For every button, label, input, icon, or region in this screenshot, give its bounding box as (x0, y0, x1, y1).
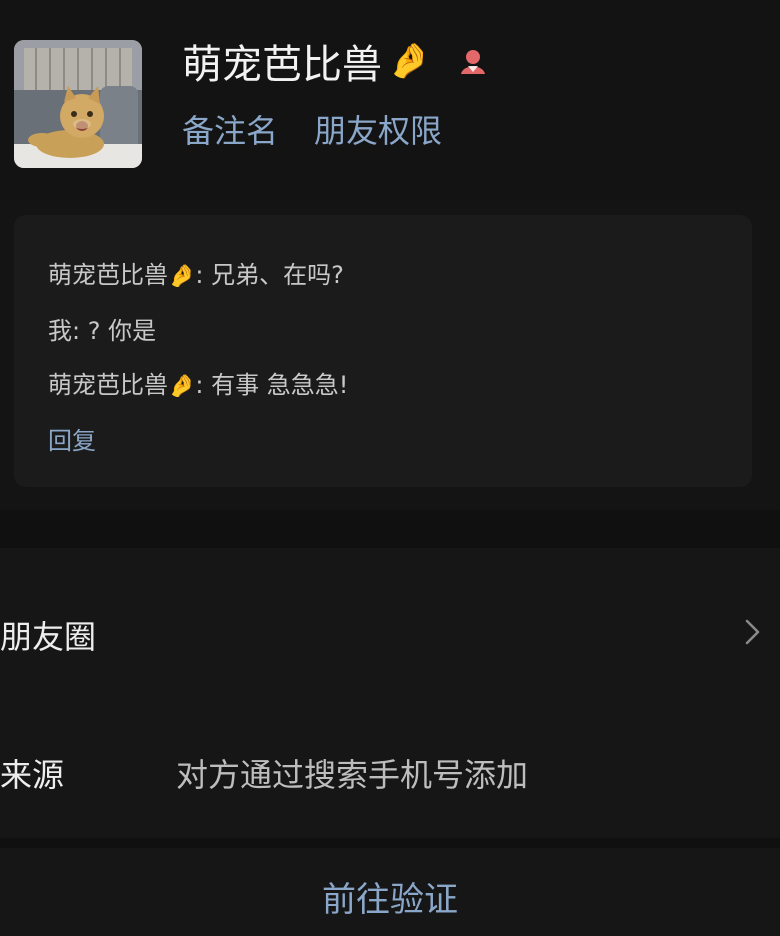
pinched-fingers-emoji: 🤌 (168, 264, 196, 289)
message-text: : ? 你是 (72, 317, 157, 345)
greeting-messages-card: 萌宠芭比兽🤌: 兄弟、在吗? 我: ? 你是 萌宠芭比兽🤌: 有事 急急急! 回… (14, 215, 752, 487)
profile-header: 萌宠芭比兽 🤌 备注名 朋友权限 (0, 0, 780, 200)
message-line: 萌宠芭比兽🤌: 有事 急急急! (48, 365, 348, 400)
source-label: 来源 (0, 756, 65, 794)
message-sender: 萌宠芭比兽 (48, 261, 168, 289)
remark-name-link[interactable]: 备注名 (182, 106, 278, 152)
cat-avatar-image (14, 40, 142, 168)
chevron-right-icon (745, 619, 760, 645)
pinched-fingers-emoji: 🤌 (388, 41, 431, 81)
message-line: 我: ? 你是 (48, 311, 156, 346)
moments-label: 朋友圈 (0, 618, 97, 656)
source-value: 对方通过搜索手机号添加 (176, 756, 529, 794)
pinched-fingers-emoji: 🤌 (168, 374, 196, 399)
verify-button[interactable]: 前往验证 (0, 872, 780, 921)
message-line: 萌宠芭比兽🤌: 兄弟、在吗? (48, 255, 344, 290)
profile-links: 备注名 朋友权限 (182, 106, 442, 152)
reply-link[interactable]: 回复 (48, 421, 96, 456)
avatar[interactable] (14, 40, 142, 168)
female-icon (458, 46, 488, 76)
message-sender: 萌宠芭比兽 (48, 371, 168, 399)
moments-row[interactable] (0, 548, 780, 718)
message-sender: 我 (48, 317, 72, 345)
profile-name: 萌宠芭比兽 🤌 (182, 32, 488, 90)
section-divider (0, 510, 780, 548)
friend-permission-link[interactable]: 朋友权限 (314, 106, 442, 152)
profile-name-text: 萌宠芭比兽 (182, 42, 382, 88)
message-text: : 有事 急急急! (195, 371, 349, 399)
message-text: : 兄弟、在吗? (195, 261, 344, 289)
